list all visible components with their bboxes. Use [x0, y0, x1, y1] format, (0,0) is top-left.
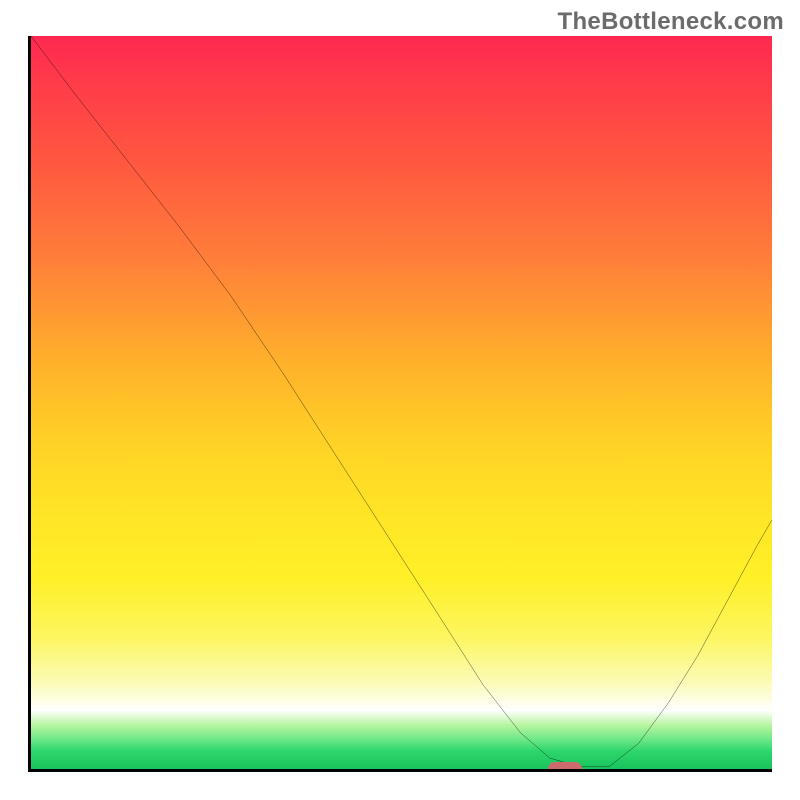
bottleneck-curve — [31, 36, 772, 767]
watermark-label: TheBottleneck.com — [558, 8, 784, 36]
optimal-marker — [548, 762, 582, 772]
plot-area — [28, 36, 772, 772]
curve-layer — [31, 36, 772, 769]
